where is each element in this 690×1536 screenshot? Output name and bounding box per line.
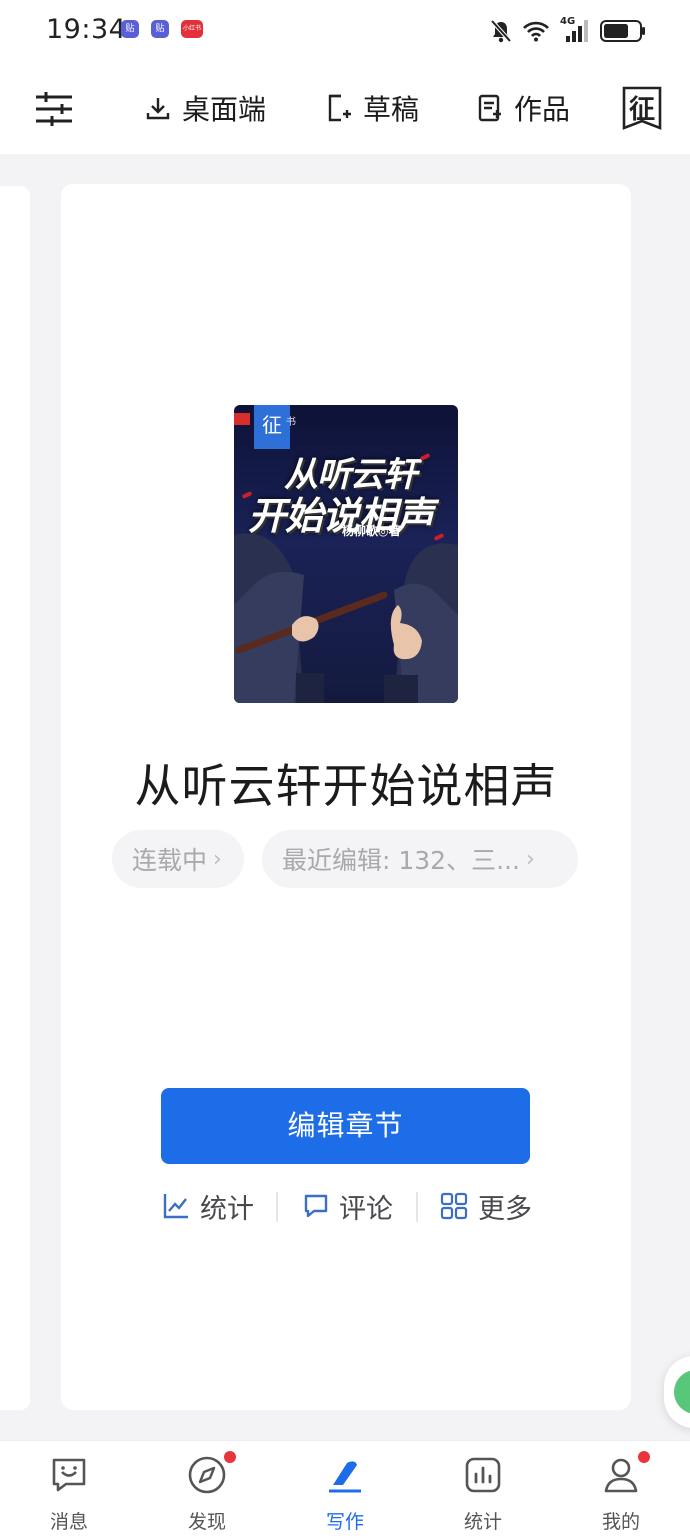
draft-label: 草稿 (363, 93, 420, 126)
contest-badge-button[interactable]: 征 (622, 86, 662, 130)
grid-more-icon (440, 1192, 468, 1220)
chevron-right-icon: › (525, 846, 535, 872)
book-cover[interactable]: 征 书 从听云轩 开始说相声 杨柳歌◎著 (234, 405, 458, 703)
notification-dot (638, 1451, 650, 1463)
bottom-navigation: 消息 发现 写作 统计 我的 (0, 1440, 690, 1536)
nav-discover[interactable]: 发现 (138, 1441, 276, 1536)
nav-profile[interactable]: 我的 (552, 1441, 690, 1536)
status-bar: 19:34 贴 贴 小红书 4G (0, 0, 690, 64)
status-time: 19:34 (46, 14, 127, 45)
recent-edit-label: 最近编辑: 132、三... (282, 846, 520, 875)
book-title: 从听云轩开始说相声 (134, 759, 558, 813)
desktop-label: 桌面端 (182, 93, 267, 126)
line-chart-icon (163, 1194, 188, 1219)
battery-icon (600, 20, 645, 42)
comments-action[interactable]: 评论 (303, 1186, 393, 1226)
status-chip[interactable]: 连载中 › (112, 830, 244, 888)
wifi-icon (523, 21, 549, 42)
bookmark-badge-icon: 征 (622, 86, 662, 130)
more-label: 更多 (478, 1193, 532, 1225)
edit-chapters-button[interactable]: 编辑章节 (161, 1088, 530, 1164)
recent-edit-chip[interactable]: 最近编辑: 132、三... › (262, 830, 578, 888)
bar-chart-icon (465, 1457, 501, 1493)
book-card: 征 书 从听云轩 开始说相声 杨柳歌◎著 从听云轩开始说相声 连载中 › 最近编… (61, 184, 631, 1410)
desktop-button[interactable]: 桌面端 (146, 86, 266, 130)
more-action[interactable]: 更多 (440, 1186, 532, 1226)
mute-icon (490, 19, 512, 43)
nav-label: 我的 (601, 1511, 640, 1533)
draft-button[interactable]: 草稿 (327, 86, 419, 130)
nav-label: 发现 (187, 1511, 226, 1533)
comment-icon (304, 1194, 328, 1218)
assistant-icon (674, 1370, 690, 1414)
nav-label: 写作 (325, 1511, 364, 1533)
stats-label: 统计 (200, 1193, 254, 1225)
cover-illustration (234, 533, 458, 703)
top-toolbar: 桌面端 草稿 作品 征 (0, 64, 690, 154)
pen-icon (329, 1461, 361, 1493)
nav-label: 消息 (49, 1511, 88, 1533)
status-chip-label: 连载中 (132, 846, 208, 875)
status-icons: 4G (490, 16, 646, 46)
works-label: 作品 (514, 93, 571, 126)
comments-label: 评论 (339, 1193, 393, 1225)
chevron-right-icon: › (213, 846, 222, 872)
contest-badge-label: 征 (628, 95, 655, 125)
settings-button[interactable] (34, 87, 74, 131)
nav-write[interactable]: 写作 (276, 1441, 414, 1536)
works-doc-icon (478, 94, 501, 122)
tieba-badge-icon: 贴 (151, 20, 169, 38)
nav-stats[interactable]: 统计 (414, 1441, 552, 1536)
compass-icon (188, 1456, 226, 1494)
nav-label: 统计 (463, 1511, 502, 1533)
xiaohongshu-badge-icon: 小红书 (181, 20, 203, 38)
sliders-icon (36, 92, 72, 126)
previous-book-card[interactable] (0, 186, 30, 1410)
download-icon (146, 98, 170, 120)
stats-action[interactable]: 统计 (162, 1186, 254, 1226)
person-icon (604, 1458, 638, 1493)
signal-icon: 4G (560, 16, 590, 44)
divider (276, 1192, 278, 1222)
nav-messages[interactable]: 消息 (0, 1441, 138, 1536)
works-button[interactable]: 作品 (478, 86, 570, 130)
message-smile-icon (52, 1458, 86, 1492)
draft-add-icon (328, 94, 351, 122)
notification-dot (224, 1451, 236, 1463)
tieba-badge-icon: 贴 (121, 20, 139, 38)
divider (416, 1192, 418, 1222)
floating-assistant-button[interactable] (664, 1356, 690, 1428)
